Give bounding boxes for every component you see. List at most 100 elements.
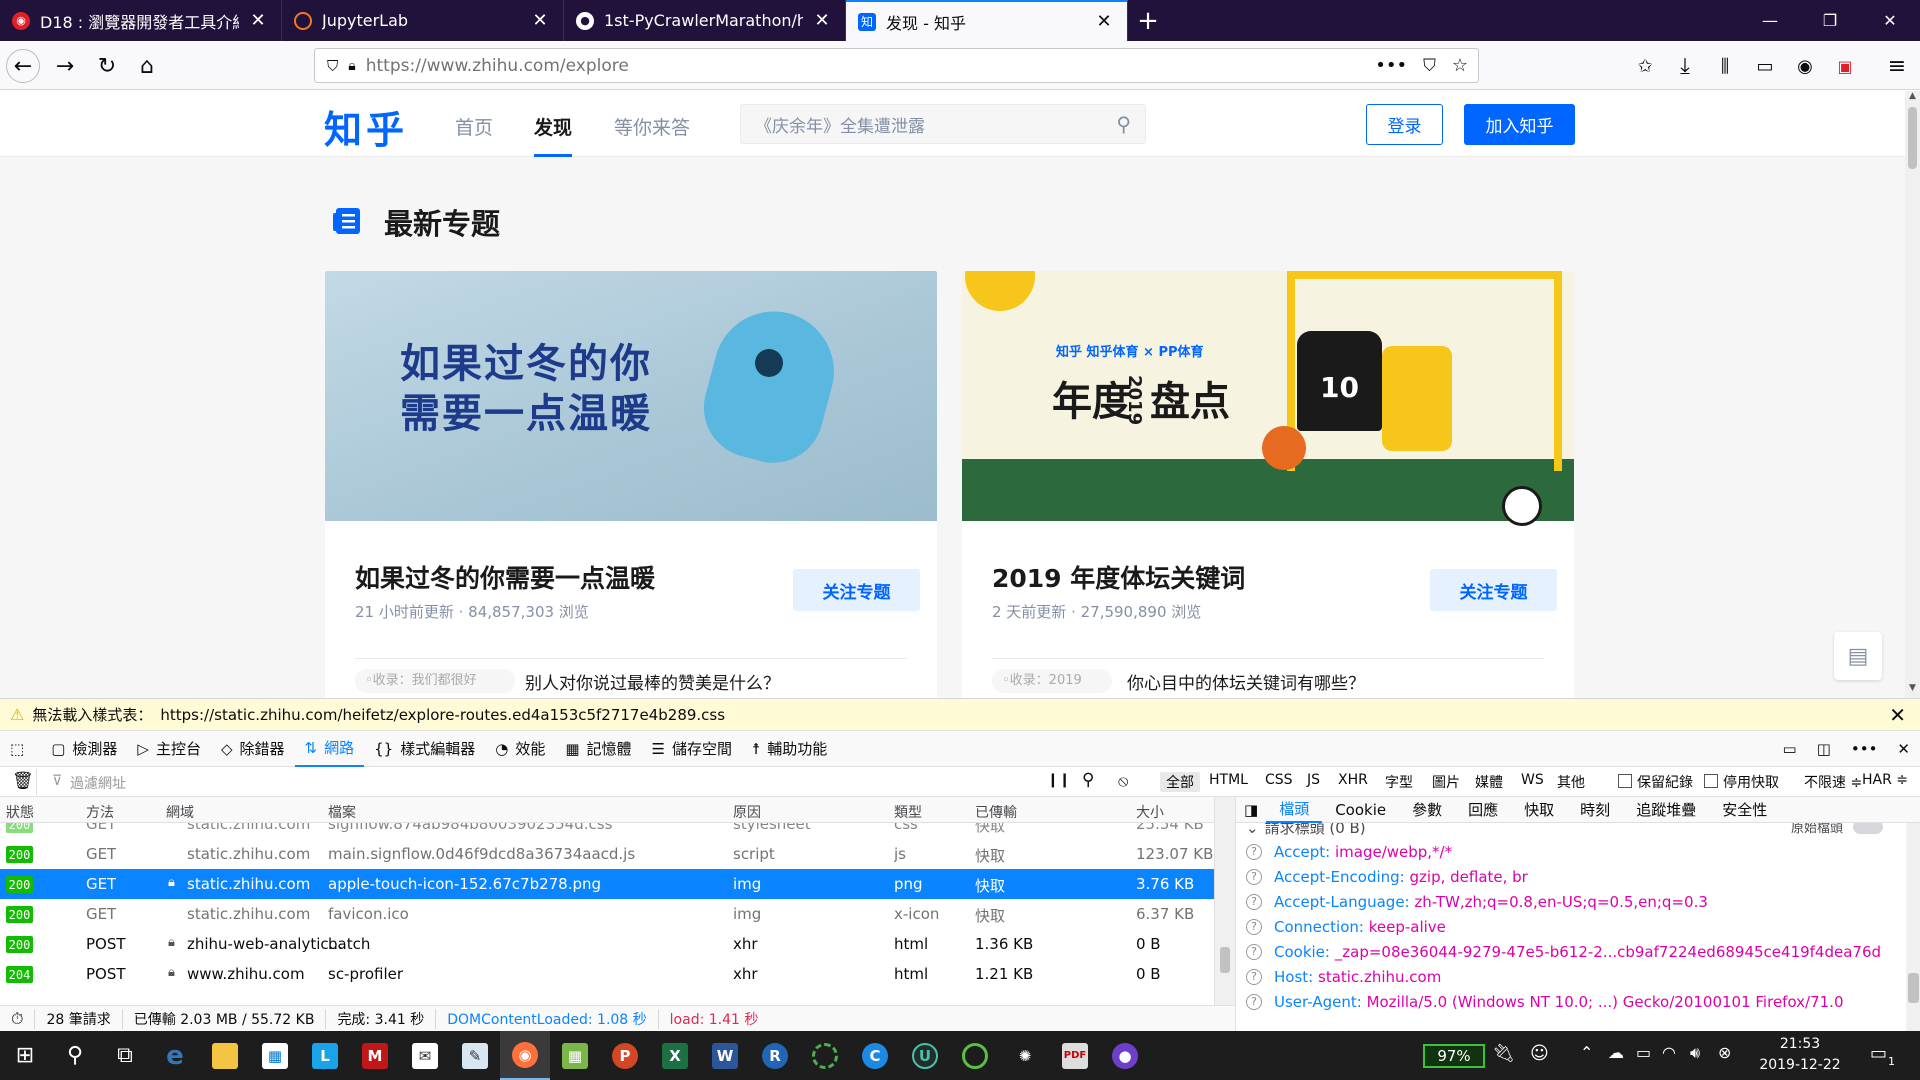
- edge-icon[interactable]: e: [150, 1031, 200, 1080]
- table-row[interactable]: 204 POST 🔒︎ www.zhihu.com sc-profiler xh…: [0, 959, 1214, 989]
- filter-html[interactable]: HTML: [1209, 772, 1248, 788]
- filter-css[interactable]: CSS: [1265, 772, 1293, 788]
- tab-github[interactable]: ● 1st-PyCrawlerMarathon/hom ✕: [564, 0, 846, 41]
- dock-side-icon[interactable]: ◫: [1807, 731, 1841, 767]
- har-menu[interactable]: HAR ≑: [1862, 772, 1908, 788]
- search-icon[interactable]: ⚲: [50, 1031, 100, 1080]
- block-icon[interactable]: ⦸: [1118, 771, 1128, 791]
- shield-icon[interactable]: ⛉: [327, 57, 338, 75]
- page-scrollbar[interactable]: ▲ ▼: [1905, 91, 1920, 698]
- c-app-icon[interactable]: C: [850, 1031, 900, 1080]
- topic-card[interactable]: 如果过冬的你 需要一点温暖 如果过冬的你需要一点温暖 21 小时前更新 · 84…: [325, 271, 937, 698]
- table-row[interactable]: 200 GET static.zhihu.com favicon.ico img…: [0, 899, 1214, 929]
- header-row[interactable]: ? Accept-Encoding: gzip, deflate, br: [1246, 864, 1528, 889]
- tab-cookies[interactable]: Cookie: [1322, 797, 1399, 823]
- detail-scrollbar[interactable]: [1906, 823, 1920, 1032]
- lock-icon[interactable]: 🔒︎: [348, 58, 355, 74]
- warning-url[interactable]: https://static.zhihu.com/heifetz/explore…: [160, 706, 725, 724]
- filter-ws[interactable]: WS: [1521, 772, 1544, 788]
- col-method[interactable]: 方法: [86, 802, 114, 822]
- winter-banner-image[interactable]: 如果过冬的你 需要一点温暖: [325, 271, 937, 521]
- scrollbar-thumb[interactable]: [1908, 973, 1919, 1003]
- clock-date[interactable]: 2019-12-22: [1750, 1057, 1850, 1073]
- tab-accessibility[interactable]: ☨ 輔助功能: [742, 731, 837, 767]
- zhihu-search-input[interactable]: 《庆余年》全集遭泄露 ⚲: [740, 104, 1146, 144]
- pause-icon[interactable]: ❙❙: [1047, 772, 1070, 788]
- scrollbar-thumb[interactable]: [1908, 107, 1917, 169]
- col-cause[interactable]: 原因: [733, 802, 761, 822]
- throttling-select[interactable]: 不限速 ≑: [1804, 772, 1862, 792]
- col-size[interactable]: 大小: [1136, 802, 1164, 822]
- trash-icon[interactable]: 🗑︎: [12, 771, 34, 791]
- word-icon[interactable]: W: [700, 1031, 750, 1080]
- pdf-icon[interactable]: PDF: [1050, 1031, 1100, 1080]
- powerpoint-icon[interactable]: P: [600, 1031, 650, 1080]
- tab-params[interactable]: 參數: [1399, 797, 1455, 823]
- topic-card[interactable]: 知乎 知乎体育 × PP体育 年度 2019 盘点 10 2019 年度体坛关键…: [962, 271, 1574, 698]
- battery-widget[interactable]: 97%: [1423, 1044, 1485, 1068]
- filter-urls-input[interactable]: 過濾網址: [70, 773, 126, 793]
- help-icon[interactable]: ?: [1246, 893, 1262, 910]
- table-row-selected[interactable]: 200 GET 🔒︎ static.zhihu.com apple-touch-…: [0, 869, 1214, 899]
- windows-start-icon[interactable]: ⊞: [0, 1031, 50, 1080]
- table-row[interactable]: 200 GET static.zhihu.com main.signflow.0…: [0, 839, 1214, 869]
- mcafee-icon[interactable]: M: [350, 1031, 400, 1080]
- question-link[interactable]: 别人对你说过最棒的赞美是什么？: [525, 669, 780, 694]
- help-icon[interactable]: ?: [1246, 868, 1262, 885]
- col-transferred[interactable]: 已傳輸: [975, 802, 1017, 822]
- help-icon[interactable]: ?: [1246, 993, 1262, 1010]
- tab-style-editor[interactable]: {} 樣式編輯器: [364, 731, 485, 767]
- table-row[interactable]: 200 GET static.zhihu.com signflow.874ab9…: [0, 823, 1214, 839]
- close-devtools-icon[interactable]: ✕: [1887, 731, 1920, 767]
- tab-response[interactable]: 回應: [1455, 797, 1511, 823]
- tab-network[interactable]: ⇅ 網路: [294, 731, 365, 767]
- page-actions-icon[interactable]: •••: [1375, 55, 1407, 76]
- disconnect-icon[interactable]: ⊗: [1718, 1043, 1731, 1062]
- follow-topic-button[interactable]: 关注专题: [793, 569, 920, 611]
- new-tab-button[interactable]: +: [1128, 0, 1168, 41]
- reload-icon[interactable]: ↻: [90, 49, 124, 83]
- excel-icon[interactable]: X: [650, 1031, 700, 1080]
- tab-security[interactable]: 安全性: [1709, 797, 1780, 823]
- topic-title[interactable]: 2019 年度体坛关键词: [992, 559, 1245, 595]
- sidebar-icon[interactable]: ▭: [1748, 49, 1782, 83]
- close-warning-icon[interactable]: ✕: [1889, 703, 1906, 727]
- tab-timings[interactable]: 時刻: [1567, 797, 1623, 823]
- close-icon[interactable]: ✕: [811, 10, 833, 31]
- help-icon[interactable]: ?: [1246, 943, 1262, 960]
- spinner-app-icon[interactable]: [950, 1031, 1000, 1080]
- l-app-icon[interactable]: L: [300, 1031, 350, 1080]
- search-icon[interactable]: ⚲: [1082, 770, 1094, 790]
- file-explorer-icon[interactable]: [200, 1031, 250, 1080]
- login-button[interactable]: 登录: [1366, 104, 1443, 145]
- filter-all[interactable]: 全部: [1160, 772, 1200, 792]
- nav-waiting-answers[interactable]: 等你来答: [614, 113, 690, 140]
- github-desktop-icon[interactable]: ●: [1100, 1031, 1150, 1080]
- store-icon[interactable]: ▦: [250, 1031, 300, 1080]
- nav-home[interactable]: 首页: [455, 113, 493, 140]
- help-icon[interactable]: ?: [1246, 843, 1262, 860]
- tab-jupyterlab[interactable]: JupyterLab ✕: [282, 0, 564, 41]
- close-icon[interactable]: ✕: [247, 10, 269, 31]
- close-icon[interactable]: ✕: [1093, 11, 1115, 32]
- u-app-icon[interactable]: U: [900, 1031, 950, 1080]
- header-row[interactable]: ? Host: static.zhihu.com: [1246, 964, 1441, 989]
- spider-app-icon[interactable]: ✺: [1000, 1031, 1050, 1080]
- battery-icon[interactable]: ▭: [1636, 1043, 1651, 1062]
- notification-icon[interactable]: ▭: [1870, 1043, 1887, 1064]
- library-icon[interactable]: ⫼: [1708, 49, 1742, 83]
- raw-headers-toggle[interactable]: 原始檔頭: [1791, 823, 1884, 836]
- pocket-icon[interactable]: ⛉: [1423, 56, 1436, 76]
- header-row[interactable]: ? Accept-Language: zh-TW,zh;q=0.8,en-US;q…: [1246, 889, 1708, 914]
- volume-icon[interactable]: 🔊︎: [1690, 1043, 1700, 1063]
- help-icon[interactable]: ?: [1246, 968, 1262, 985]
- search-icon[interactable]: ⚲: [1116, 112, 1131, 136]
- request-list-scrollbar[interactable]: [1214, 797, 1235, 1005]
- firefox-icon[interactable]: ◉: [500, 1031, 550, 1080]
- tab-headers[interactable]: 檔頭: [1266, 797, 1323, 823]
- wifi-icon[interactable]: ◠: [1662, 1043, 1676, 1062]
- tab-console[interactable]: ▷ 主控台: [127, 731, 211, 767]
- element-picker-icon[interactable]: ⬚: [0, 731, 41, 767]
- col-file[interactable]: 檔案: [328, 802, 356, 822]
- persist-logs-checkbox[interactable]: [1618, 774, 1632, 788]
